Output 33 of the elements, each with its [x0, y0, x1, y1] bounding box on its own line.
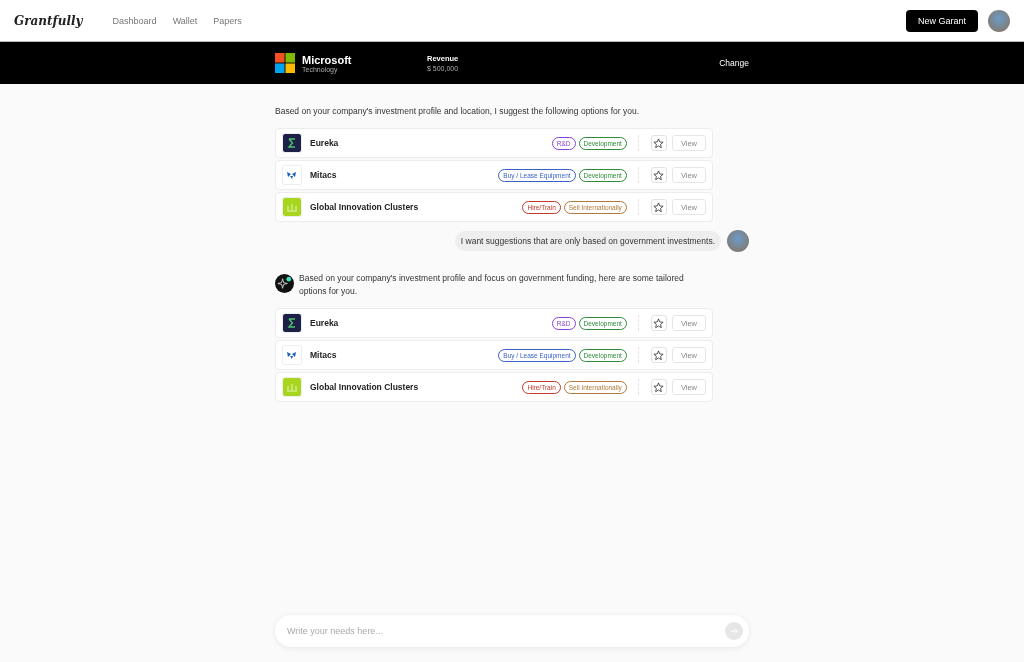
message-input[interactable]: Write your needs here...	[285, 625, 725, 637]
sigma-logo-icon	[282, 313, 302, 333]
user-message: I want suggestions that are only based on government investments.	[454, 231, 721, 251]
brand-logo[interactable]: Grantfully	[14, 13, 83, 28]
company-name: Microsoft	[302, 53, 353, 66]
fan-logo-icon	[282, 345, 302, 365]
favorite-button[interactable]	[650, 135, 667, 151]
program-name: Eureka	[310, 138, 339, 148]
assistant-message: Based on your company's investment profile and focus on government funding, here are some tailored options for you.	[299, 272, 685, 298]
program-name: Eureka	[310, 318, 339, 328]
favorite-button[interactable]	[650, 167, 667, 183]
change-link[interactable]: Change	[719, 58, 749, 68]
program-name: Mitacs	[310, 350, 337, 360]
nav-link[interactable]: Wallet	[172, 15, 198, 26]
favorite-button[interactable]	[650, 379, 667, 395]
user-avatar[interactable]	[988, 9, 1010, 32]
assistant-message: Based on your company's investment profile and location, I suggest the following options for you.	[275, 105, 640, 118]
program-name: Global Innovation Clusters	[310, 202, 419, 212]
nav-link[interactable]: Papers	[213, 15, 242, 26]
favorite-button[interactable]	[650, 199, 667, 215]
new-grant-button[interactable]: New Garant	[905, 9, 978, 32]
message-field[interactable]: Write your needs here...	[275, 615, 749, 647]
program-name: Global Innovation Clusters	[310, 382, 419, 392]
four-squares-logo-icon	[275, 53, 295, 73]
user-avatar	[727, 230, 749, 252]
crown-logo-icon	[282, 377, 302, 397]
fan-logo-icon	[282, 165, 302, 185]
favorite-button[interactable]	[650, 315, 667, 331]
crown-logo-icon	[282, 197, 302, 217]
program-name: Mitacs	[310, 170, 337, 180]
sigma-logo-icon	[282, 133, 302, 153]
favorite-button[interactable]	[650, 347, 667, 363]
nav-link[interactable]: Dashboard	[112, 15, 157, 26]
